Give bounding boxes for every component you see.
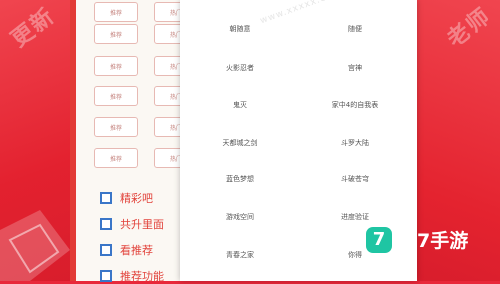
background-left-text: 更新 (6, 3, 61, 53)
dialog-option[interactable]: 天都城之剑 (195, 138, 285, 148)
dialog-option[interactable]: 朝随意 (195, 24, 285, 34)
option-button[interactable]: 推荐 (94, 2, 138, 22)
dialog-option[interactable]: 蓝色梦想 (195, 174, 285, 184)
dialog-option[interactable]: 随便 (310, 24, 400, 34)
checkbox[interactable] (100, 218, 112, 230)
option-button[interactable]: 推荐 (94, 148, 138, 168)
decorative-icon (0, 210, 70, 281)
dialog-option[interactable]: 鬼灭 (195, 100, 285, 110)
checklist-label: 精彩吧 (120, 192, 153, 205)
checklist-item[interactable]: 推荐功能 (100, 268, 164, 284)
option-button[interactable]: 推荐 (94, 24, 138, 44)
dialog-option[interactable]: 宫神 (310, 63, 400, 73)
checkbox[interactable] (100, 192, 112, 204)
logo-text: 小7手游 (398, 230, 469, 252)
dialog-option[interactable]: 游戏空间 (195, 212, 285, 222)
dialog-option[interactable]: 斗破苍穹 (310, 174, 400, 184)
checklist-item[interactable]: 共升里面 (100, 216, 164, 232)
checkbox[interactable] (100, 270, 112, 282)
checklist-label: 推荐功能 (120, 270, 164, 283)
checkbox[interactable] (100, 244, 112, 256)
background-right-text: 老师 (442, 3, 497, 53)
option-button[interactable]: 推荐 (94, 86, 138, 106)
dialog-option[interactable]: 火影忍者 (195, 63, 285, 73)
checklist-label: 共升里面 (120, 218, 164, 231)
logo-badge-icon: 7 (366, 226, 392, 253)
dialog-option[interactable]: 进度验证 (310, 212, 400, 222)
option-button[interactable]: 推荐 (94, 56, 138, 76)
dialog-option[interactable]: 青春之家 (195, 250, 285, 260)
checklist-item[interactable]: 看推荐 (100, 242, 153, 258)
checklist-label: 看推荐 (120, 244, 153, 257)
dialog-option[interactable]: 斗罗大陆 (310, 138, 400, 148)
dialog-option[interactable]: 家中4的自我表 (310, 100, 400, 110)
checklist-item[interactable]: 精彩吧 (100, 190, 153, 206)
option-button[interactable]: 推荐 (94, 117, 138, 137)
brand-logo: 7 小7手游 (366, 226, 468, 253)
